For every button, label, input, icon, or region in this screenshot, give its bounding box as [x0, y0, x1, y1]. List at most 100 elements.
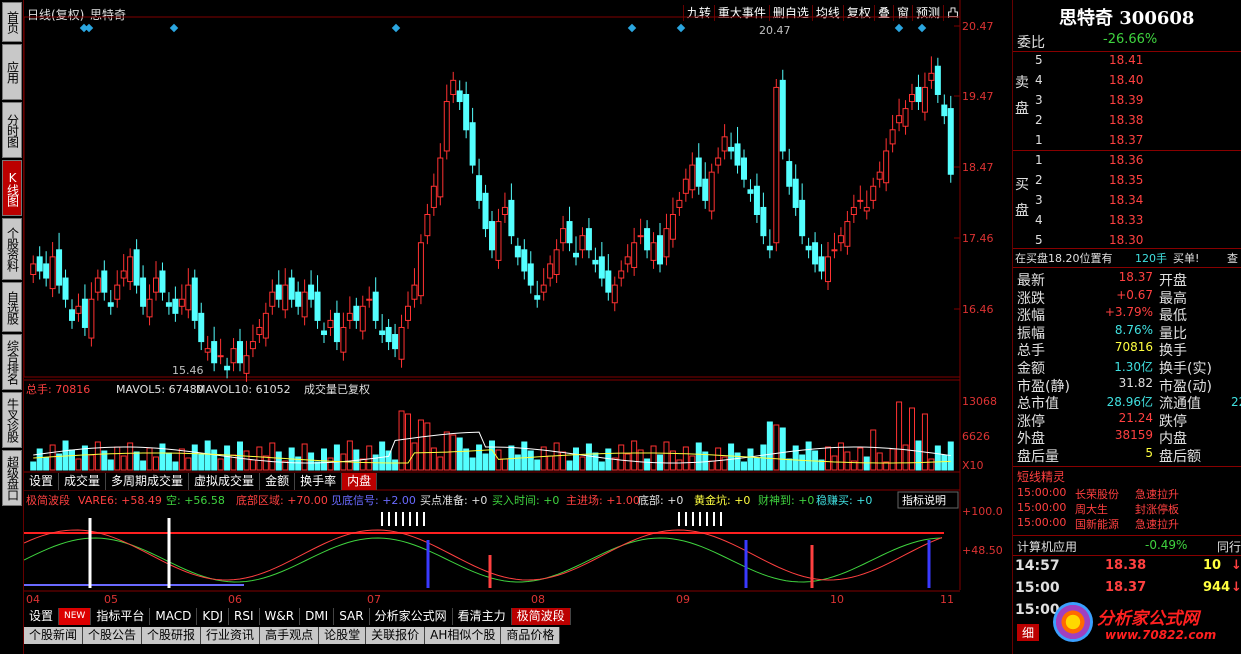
news-tab-3[interactable]: 行业资讯 [201, 627, 261, 644]
volume-bar [579, 456, 586, 471]
candle-body [237, 341, 243, 364]
candle-body [721, 136, 728, 152]
volume-tab-5[interactable]: 换手率 [295, 473, 343, 490]
volume-bar [592, 452, 599, 471]
candle-body [837, 235, 844, 244]
news-tab-4[interactable]: 高手观点 [260, 627, 320, 644]
volume-tab-1[interactable]: 成交量 [59, 473, 107, 490]
left-tab-4[interactable]: 个股资料 [2, 218, 22, 280]
volume-tab-3[interactable]: 虚拟成交量 [189, 473, 261, 490]
indicator-tab-0[interactable]: 设置 [24, 608, 60, 625]
sell-price: 18.40 [1109, 73, 1144, 87]
candle-body [211, 341, 218, 364]
left-sidebar: 首页 应用 分时图 K线图 个股资料 自选股 综合排名 牛叉诊股 超级盘口 [0, 0, 24, 654]
indicator-caishen: 财神到: +0 [758, 493, 814, 507]
indicator-tab-9[interactable]: 分析家公式网 [369, 608, 453, 625]
volume-axis-label: X10 [962, 459, 984, 472]
tick-price: 18.37 [1105, 580, 1147, 595]
indicator-tab-6[interactable]: W&R [259, 608, 301, 625]
left-tab-7[interactable]: 牛叉诊股 [2, 392, 22, 448]
volume-tab-4[interactable]: 金额 [260, 473, 296, 490]
status-volume: 120手 [1135, 252, 1167, 265]
indicator-tab-2[interactable]: 指标平台 [91, 608, 151, 625]
volume-bar [153, 456, 159, 471]
volume-tab-6[interactable]: 内盘 [342, 473, 378, 490]
volume-bar [547, 455, 554, 471]
left-tab-1[interactable]: 应用 [2, 44, 22, 100]
news-tab-2[interactable]: 个股研报 [142, 627, 202, 644]
indicator-tab-5[interactable]: RSI [229, 608, 260, 625]
quote-value: 38159 [1114, 428, 1153, 443]
candle-body [430, 185, 437, 208]
left-tab-3[interactable]: K线图 [2, 160, 22, 216]
volume-tab-0[interactable]: 设置 [24, 473, 60, 490]
quote-value: 8.76% [1114, 322, 1153, 337]
news-tab-5[interactable]: 论股堂 [319, 627, 367, 644]
candle-body [799, 199, 806, 237]
duanxian-stock[interactable]: 国新能源 [1075, 516, 1119, 532]
candle-body [921, 86, 928, 113]
indicator-tab-3[interactable]: MACD [150, 608, 198, 625]
volume-tab-2[interactable]: 多周期成交量 [106, 473, 190, 490]
news-tab-6[interactable]: 关联报价 [366, 627, 426, 644]
detail-tab[interactable]: 细 [1017, 624, 1039, 641]
news-tab-7[interactable]: AH相似个股 [425, 627, 502, 644]
volume-bar [308, 452, 315, 471]
news-tab-1[interactable]: 个股公告 [83, 627, 143, 644]
buy-level: 3 [1035, 193, 1043, 207]
volume-bar [366, 445, 373, 471]
left-tab-2[interactable]: 分时图 [2, 102, 22, 158]
watermark-title: 分析家公式网 [1097, 609, 1199, 629]
volume-bar [805, 441, 812, 471]
volume-bar [501, 458, 508, 471]
left-tab-0[interactable]: 首页 [2, 2, 22, 42]
candle-body [81, 298, 88, 328]
candle-body [321, 330, 327, 336]
volume-bar [915, 440, 922, 471]
news-tab-8[interactable]: 商品价格 [501, 627, 561, 644]
candle-body [405, 305, 411, 321]
divider [1013, 555, 1241, 556]
kline-chart[interactable]: 20.47 19.47 18.47 17.46 16.46 20.47 15.46 总手: 7… [24, 0, 1012, 654]
candle-body [566, 221, 573, 244]
tick-volume: 10 [1203, 558, 1222, 573]
duanxian-stock[interactable]: 长荣股份 [1075, 486, 1119, 502]
indicator-tab-10[interactable]: 看清主力 [452, 608, 512, 625]
volume-bar [172, 461, 179, 471]
status-more-link[interactable]: 查 [1227, 250, 1238, 266]
indicator-huangjin: 黄金坑: +0 [694, 493, 750, 507]
indicator-tab-1[interactable]: NEW [59, 608, 92, 625]
indicator-tab-7[interactable]: DMI [300, 608, 335, 625]
candle-body [327, 319, 334, 328]
volume-bar [876, 452, 883, 471]
volume-bar [663, 441, 670, 471]
volume-bar [75, 458, 82, 471]
indicator-tab-8[interactable]: SAR [334, 608, 370, 625]
candle-body [605, 270, 612, 293]
left-tab-5[interactable]: 自选股 [2, 282, 22, 332]
sector-peer-button[interactable]: 同行 [1217, 538, 1241, 555]
volume-bar [405, 413, 411, 471]
indicator-tab-11[interactable]: 极简波段 [511, 608, 571, 625]
candle-body [340, 326, 347, 353]
volume-bar [262, 455, 269, 471]
volume-bar [114, 446, 121, 471]
candle-body [224, 365, 231, 371]
volume-bar [275, 451, 282, 471]
status-text: 在买盘18.20位置有 [1015, 252, 1113, 265]
candle-body [863, 206, 870, 212]
indicator-tab-4[interactable]: KDJ [197, 608, 229, 625]
quote-value: 28.96亿 [1106, 395, 1153, 410]
event-marker [917, 23, 927, 33]
news-tab-0[interactable]: 个股新闻 [24, 627, 84, 644]
candle-body [573, 252, 579, 258]
candle-body [114, 284, 121, 300]
quote-value: +3.79% [1104, 305, 1153, 320]
left-tab-6[interactable]: 综合排名 [2, 334, 22, 390]
volume-bar [94, 441, 101, 471]
candle-body [417, 242, 424, 297]
candle-body [592, 259, 599, 265]
left-tab-8[interactable]: 超级盘口 [2, 450, 22, 506]
volume-bar [534, 459, 541, 471]
duanxian-stock[interactable]: 周大生 [1075, 501, 1108, 517]
